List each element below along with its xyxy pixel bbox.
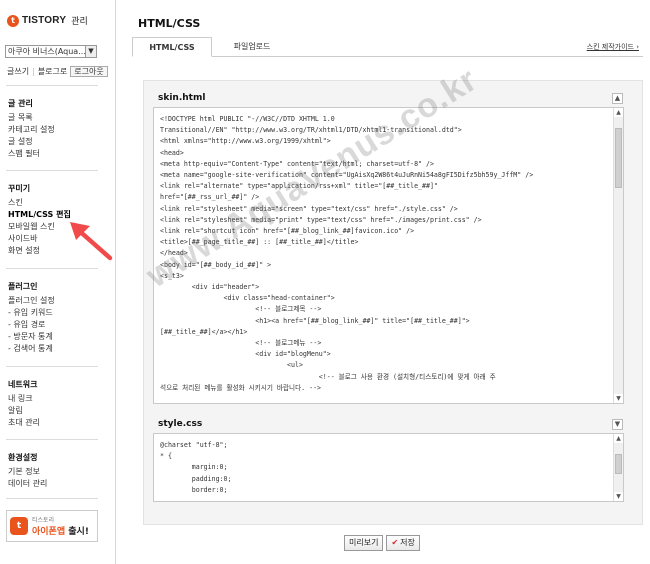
divider (6, 366, 98, 367)
sidebar-item-my-links[interactable]: 내 링크 (8, 393, 40, 405)
blog-select[interactable]: 아쿠아 비너스(Aqua... ▼ (5, 45, 97, 58)
sidebar-item-category[interactable]: 카테고리 설정 (8, 124, 55, 136)
sidebar-item-skin[interactable]: 스킨 (8, 197, 71, 209)
scrollbar-thumb[interactable] (615, 454, 622, 474)
sidebar-item-post-settings[interactable]: 글 설정 (8, 136, 55, 148)
app-banner-highlight: 아이폰앱 (32, 527, 66, 537)
style-css-scrollbar[interactable]: ▲ ▼ (613, 434, 623, 501)
sidebar-item-mobile-skin[interactable]: 모바일웹 스킨 (8, 221, 71, 233)
divider (6, 85, 98, 86)
menu-group-settings: 환경설정 기본 정보 데이터 관리 (8, 452, 47, 490)
tab-bar: HTML/CSS 파일업로드 스킨 제작가이드 › (132, 37, 643, 57)
menu-group-design: 꾸미기 스킨 HTML/CSS 편집 모바일웹 스킨 사이드바 화면 설정 (8, 183, 71, 257)
divider (6, 498, 98, 499)
sidebar-item-referrer[interactable]: - 유입 경로 (8, 319, 55, 331)
skin-html-title: skin.html (158, 93, 206, 103)
sidebar-item-keyword[interactable]: - 유입 키워드 (8, 307, 55, 319)
blog-link[interactable]: 블로그로 (38, 66, 67, 77)
preview-label: 미리보기 (349, 538, 379, 547)
checkmark-icon: ✔ (391, 538, 399, 547)
tab-html-css[interactable]: HTML/CSS (132, 37, 212, 57)
menu-group-title: 네트워크 (8, 380, 38, 389)
red-arrow-icon (70, 222, 113, 261)
sidebar-item-search-stats[interactable]: - 검색어 통계 (8, 343, 55, 355)
skin-html-code[interactable]: <!DOCTYPE html PUBLIC "-//W3C//DTD XHTML… (160, 114, 609, 394)
sidebar-item-data-management[interactable]: 데이터 관리 (8, 478, 47, 490)
sidebar-item-visitor-stats[interactable]: - 방문자 통계 (8, 331, 55, 343)
blog-select-value: 아쿠아 비너스(Aqua... (8, 47, 86, 56)
footer-buttons: 미리보기 ✔ 저장 (344, 535, 420, 551)
menu-group-title: 플러그인 (8, 282, 38, 291)
app-banner-big: 아이폰앱 출시! (32, 524, 89, 537)
skin-guide-link-label: 스킨 제작가이드 (586, 43, 634, 51)
logout-button[interactable]: 로그아웃 (70, 66, 108, 77)
sidebar-item-invites[interactable]: 초대 관리 (8, 417, 40, 429)
logo-sub: 관리 (71, 17, 88, 27)
tistory-app-icon: t (10, 517, 28, 535)
menu-group-posts: 글 관리 글 목록 카테고리 설정 글 설정 스팸 필터 (8, 98, 55, 160)
app-banner-rest: 출시! (65, 527, 89, 537)
skin-guide-link[interactable]: 스킨 제작가이드 › (587, 42, 639, 52)
page-title: HTML/CSS (138, 17, 201, 30)
sidebar-item-sidebar[interactable]: 사이드바 (8, 233, 71, 245)
menu-group-title: 환경설정 (8, 453, 38, 462)
sidebar: t TISTORY 관리 아쿠아 비너스(Aqua... ▼ 글쓰기 | 블로그… (0, 0, 116, 564)
chevron-down-icon[interactable]: ▼ (612, 419, 623, 430)
scrollbar-thumb[interactable] (615, 128, 622, 188)
chevron-down-icon[interactable]: ▼ (85, 46, 96, 57)
sidebar-item-post-list[interactable]: 글 목록 (8, 112, 55, 124)
sidebar-item-plugin-settings[interactable]: 플러그인 설정 (8, 295, 55, 307)
menu-group-network: 네트워크 내 링크 알림 초대 관리 (8, 379, 40, 429)
sidebar-item-spam-filter[interactable]: 스팸 필터 (8, 148, 55, 160)
chevron-up-icon[interactable]: ▲ (612, 93, 623, 104)
style-css-title: style.css (158, 419, 203, 429)
menu-group-plugin: 플러그인 플러그인 설정 - 유입 키워드 - 유입 경로 - 방문자 통계 -… (8, 281, 55, 355)
save-button[interactable]: ✔ 저장 (386, 535, 420, 551)
scroll-up-icon[interactable]: ▲ (614, 434, 623, 443)
save-label: 저장 (400, 538, 415, 547)
tab-file-upload[interactable]: 파일업로드 (222, 37, 282, 57)
skin-html-scrollbar[interactable]: ▲ ▼ (613, 108, 623, 403)
scroll-down-icon[interactable]: ▼ (614, 492, 623, 501)
style-css-editor[interactable]: @charset "utf-8"; * { margin:0; padding:… (153, 433, 624, 502)
tistory-logo-icon: t (7, 14, 19, 27)
menu-group-title: 글 관리 (8, 99, 33, 108)
skin-html-editor[interactable]: <!DOCTYPE html PUBLIC "-//W3C//DTD XHTML… (153, 107, 624, 404)
sidebar-item-basic-info[interactable]: 기본 정보 (8, 466, 47, 478)
style-css-code[interactable]: @charset "utf-8"; * { margin:0; padding:… (160, 440, 609, 496)
quick-links: 글쓰기 | 블로그로 로그아웃 (7, 66, 108, 77)
divider (6, 170, 98, 171)
divider: | (32, 67, 35, 76)
divider (6, 268, 98, 269)
logo-text: TISTORY (22, 15, 67, 26)
sidebar-item-display[interactable]: 화면 설정 (8, 245, 71, 257)
sidebar-item-html-css[interactable]: HTML/CSS 편집 (8, 209, 71, 221)
divider (6, 439, 98, 440)
tistory-logo[interactable]: t TISTORY 관리 (7, 14, 88, 27)
scroll-up-icon[interactable]: ▲ (614, 108, 623, 117)
app-banner-small: 티스토리 (32, 517, 55, 524)
iphone-app-banner[interactable]: t 티스토리 아이폰앱 출시! (6, 510, 98, 542)
app-banner-text: 티스토리 아이폰앱 출시! (32, 515, 89, 537)
menu-group-title: 꾸미기 (8, 184, 31, 193)
scroll-down-icon[interactable]: ▼ (614, 394, 623, 403)
write-link[interactable]: 글쓰기 (7, 66, 29, 77)
preview-button[interactable]: 미리보기 (344, 535, 384, 551)
sidebar-item-notifications[interactable]: 알림 (8, 405, 40, 417)
